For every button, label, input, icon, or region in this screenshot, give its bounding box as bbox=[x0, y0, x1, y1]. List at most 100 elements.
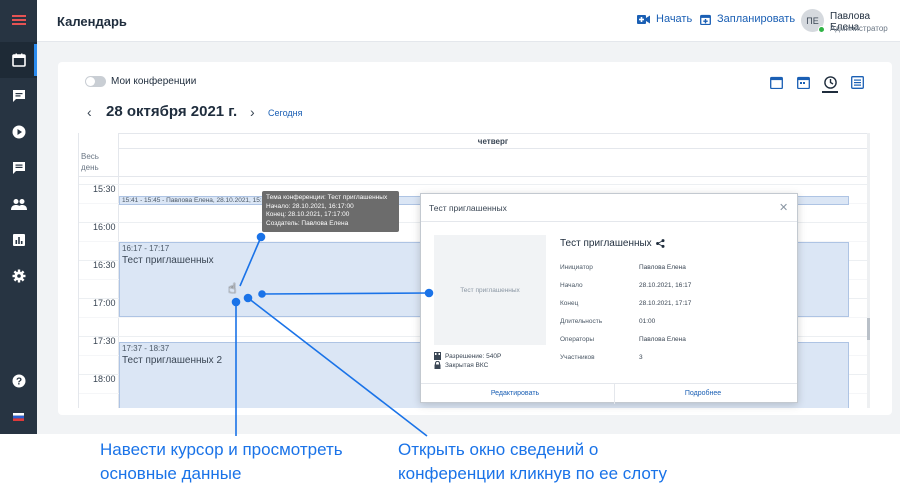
sidebar: ? bbox=[0, 0, 37, 434]
conference-image-placeholder: Тест приглашенных bbox=[434, 235, 546, 345]
sidebar-item-users[interactable] bbox=[0, 186, 37, 222]
popup-header-title: Тест приглашенных bbox=[429, 203, 507, 213]
day-column-header: четверг bbox=[118, 133, 868, 149]
prev-day-button[interactable]: ‹ bbox=[87, 104, 92, 120]
start-key: Начало bbox=[560, 282, 583, 289]
app-window: ? Календарь Начать Запланировать ПЕ Павл… bbox=[0, 0, 900, 493]
sidebar-item-help[interactable]: ? bbox=[0, 363, 37, 399]
calendar-month-icon bbox=[769, 76, 783, 89]
time-label: 16:30 bbox=[93, 260, 116, 270]
message-icon bbox=[12, 162, 25, 174]
chat-box-icon bbox=[12, 90, 25, 102]
share-icon bbox=[655, 239, 665, 248]
calendar-plus-icon bbox=[700, 14, 711, 25]
event-time: 16:17 - 17:17 bbox=[122, 244, 170, 253]
today-button[interactable]: Сегодня bbox=[268, 108, 303, 118]
sidebar-item-settings[interactable] bbox=[0, 258, 37, 294]
bar-chart-icon bbox=[12, 234, 25, 246]
help-icon: ? bbox=[12, 374, 25, 388]
next-day-button[interactable]: › bbox=[250, 104, 255, 120]
play-circle-icon bbox=[12, 125, 25, 139]
grid-scrollbar[interactable] bbox=[867, 133, 870, 408]
participants-value: 3 bbox=[639, 354, 643, 361]
clock-icon bbox=[823, 76, 837, 89]
tooltip-topic: Тема конференции: Тест приглашенных bbox=[266, 194, 388, 201]
top-bar: Календарь Начать Запланировать ПЕ Павлов… bbox=[37, 0, 900, 42]
schedule-label: Запланировать bbox=[717, 13, 796, 25]
edit-button[interactable]: Редактировать bbox=[421, 384, 609, 404]
time-label: 16:00 bbox=[93, 222, 116, 232]
time-label: 17:30 bbox=[93, 336, 116, 346]
all-day-row[interactable] bbox=[79, 149, 869, 177]
popup-footer: Редактировать Подробнее bbox=[421, 383, 797, 404]
list-icon bbox=[850, 75, 864, 89]
view-month-button[interactable] bbox=[768, 74, 784, 90]
operators-value: Павлова Елена bbox=[639, 336, 686, 343]
user-role: Администратор bbox=[830, 24, 888, 33]
avatar[interactable]: ПЕ bbox=[801, 9, 825, 33]
closed-vks-info: Закрытая ВКС bbox=[434, 361, 488, 369]
image-placeholder-text: Тест приглашенных bbox=[460, 286, 520, 294]
flag-icon bbox=[13, 413, 24, 421]
users-icon bbox=[10, 199, 27, 210]
close-icon[interactable]: ✕ bbox=[779, 201, 788, 214]
conference-title: Тест приглашенных bbox=[560, 238, 665, 249]
event-time: 17:37 - 18:37 bbox=[122, 344, 170, 353]
time-label: 15:30 bbox=[93, 184, 116, 194]
sidebar-item-conferences[interactable] bbox=[0, 78, 37, 114]
tooltip-start: Начало: 28.10.2021, 16:17:00 bbox=[266, 202, 354, 210]
conference-details-popup: Тест приглашенных ✕ Тест приглашенных Ра… bbox=[420, 193, 798, 404]
gear-icon bbox=[12, 269, 25, 283]
lock-icon bbox=[434, 361, 441, 369]
start-label: Начать bbox=[656, 13, 693, 25]
resolution-info: Разрешение: 540P bbox=[434, 352, 501, 360]
initiator-key: Инициатор bbox=[560, 264, 593, 271]
online-status-dot bbox=[818, 26, 825, 33]
conference-title-text: Тест приглашенных bbox=[560, 238, 652, 249]
more-button[interactable]: Подробнее bbox=[609, 384, 797, 404]
annotation-click-line2: конференции кликнув по ее слоту bbox=[398, 464, 667, 483]
resolution-text: Разрешение: 540P bbox=[445, 352, 502, 360]
resolution-icon bbox=[434, 352, 441, 360]
menu-button[interactable] bbox=[0, 0, 37, 40]
event-time: 15:41 - 15:45 - Павлова Елена, 28.10.202… bbox=[122, 197, 278, 204]
video-camera-icon bbox=[637, 14, 650, 24]
start-value: 28.10.2021, 16:17 bbox=[639, 282, 692, 289]
page-title: Календарь bbox=[57, 14, 127, 29]
duration-value: 01:00 bbox=[639, 318, 656, 325]
duration-key: Длительность bbox=[560, 318, 603, 325]
annotation-hover: Навести курсор и просмотреть основные да… bbox=[100, 438, 343, 486]
view-day-button[interactable] bbox=[822, 74, 838, 93]
time-label: 17:00 bbox=[93, 298, 116, 308]
closed-vks-text: Закрытая ВКС bbox=[445, 361, 489, 369]
initiator-value: Павлова Елена bbox=[639, 264, 686, 271]
calendar-icon bbox=[11, 53, 26, 67]
end-value: 28.10.2021, 17:17 bbox=[639, 300, 692, 307]
date-title: 28 октября 2021 г. bbox=[106, 103, 238, 120]
annotation-hover-line2: основные данные bbox=[100, 464, 242, 483]
end-key: Конец bbox=[560, 300, 579, 307]
time-label: 18:00 bbox=[93, 374, 116, 384]
event-title: Тест приглашенных bbox=[122, 255, 214, 266]
all-day-label: Весь день bbox=[81, 152, 99, 172]
view-list-button[interactable] bbox=[849, 74, 865, 90]
annotation-click-line1: Открыть окно сведений о bbox=[398, 440, 599, 459]
event-title: Тест приглашенных 2 bbox=[122, 355, 223, 366]
grid-line bbox=[79, 184, 869, 185]
sidebar-item-recordings[interactable] bbox=[0, 114, 37, 150]
my-conferences-label: Мои конференции bbox=[111, 76, 197, 87]
calendar-week-icon bbox=[796, 76, 810, 89]
participants-key: Участников bbox=[560, 354, 595, 361]
scrollbar-thumb[interactable] bbox=[867, 318, 870, 340]
operators-key: Операторы bbox=[560, 336, 595, 343]
schedule-button[interactable]: Запланировать bbox=[700, 13, 795, 25]
my-conferences-toggle[interactable] bbox=[85, 76, 106, 87]
svg-text:?: ? bbox=[15, 377, 21, 388]
sidebar-item-language[interactable] bbox=[0, 399, 37, 435]
start-button[interactable]: Начать bbox=[637, 13, 692, 25]
sidebar-item-chat[interactable] bbox=[0, 150, 37, 186]
annotation-click: Открыть окно сведений о конференции клик… bbox=[398, 438, 667, 486]
sidebar-item-reports[interactable] bbox=[0, 222, 37, 258]
sidebar-item-calendar[interactable] bbox=[0, 42, 37, 78]
view-week-button[interactable] bbox=[795, 74, 811, 90]
